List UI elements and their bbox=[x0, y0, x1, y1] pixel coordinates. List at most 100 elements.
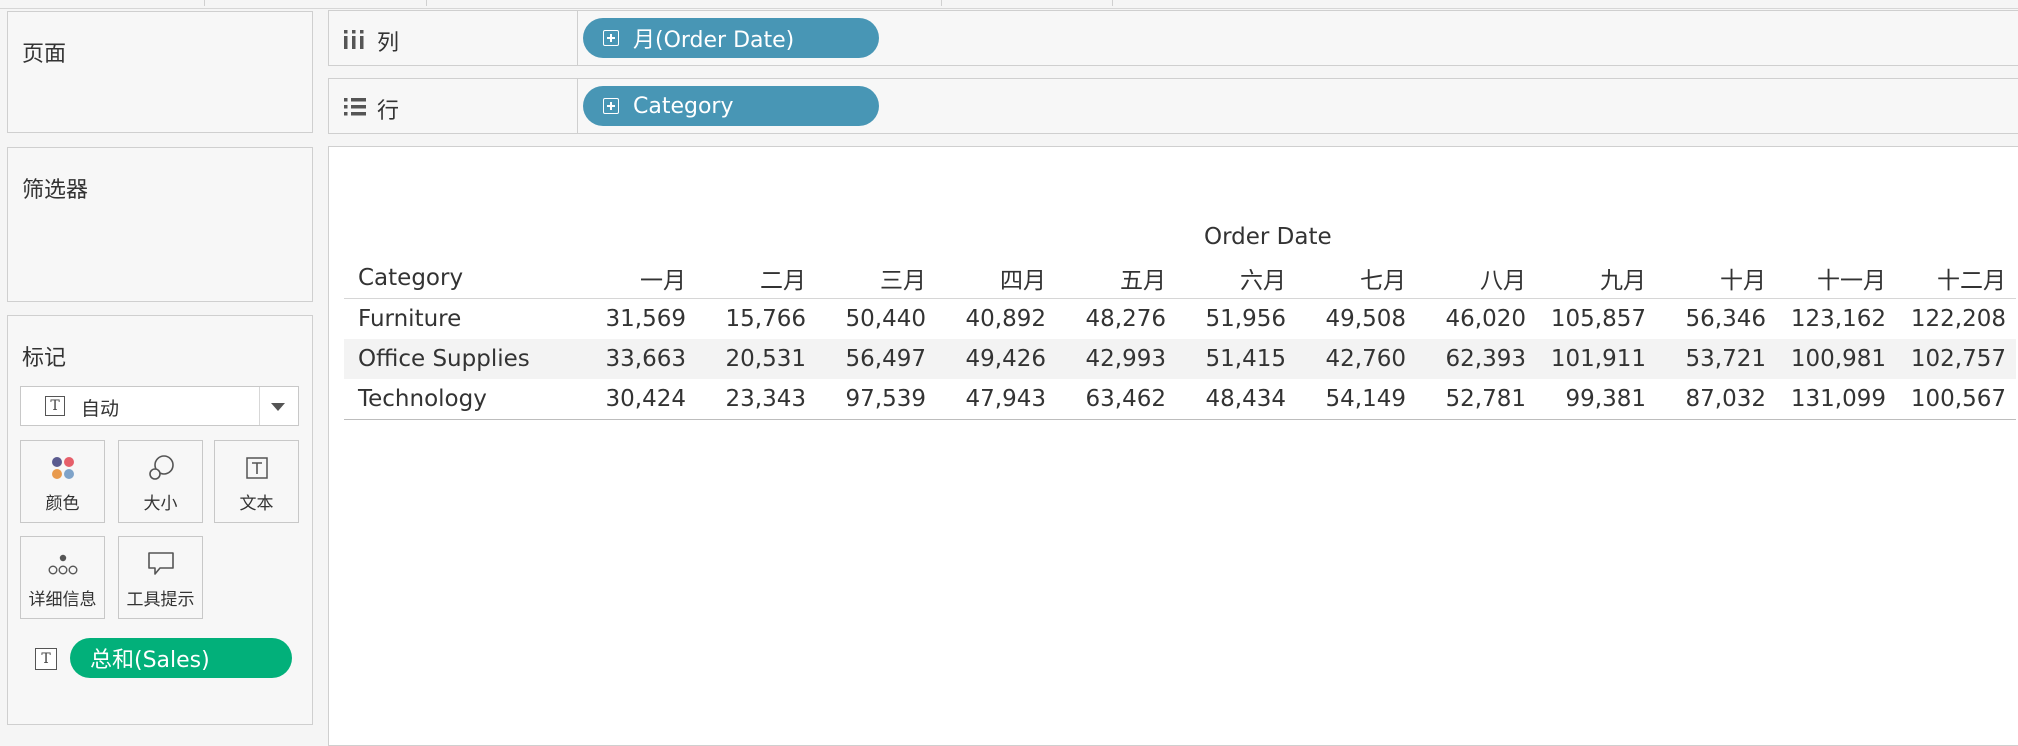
value-cell[interactable]: 15,766 bbox=[696, 299, 816, 340]
detail-icon bbox=[21, 549, 104, 579]
value-cell[interactable]: 48,276 bbox=[1056, 299, 1176, 340]
filters-card[interactable]: 筛选器 bbox=[7, 147, 313, 302]
value-cell[interactable]: 40,892 bbox=[936, 299, 1056, 340]
strip-divider bbox=[426, 0, 427, 6]
month-header[interactable]: 十月 bbox=[1656, 258, 1776, 299]
mark-type-dropdown[interactable]: T 自动 bbox=[20, 386, 299, 426]
month-header[interactable]: 十二月 bbox=[1896, 258, 2016, 299]
value-cell[interactable]: 54,149 bbox=[1296, 379, 1416, 420]
table-row[interactable]: Office Supplies 33,663 20,531 56,497 49,… bbox=[344, 339, 2016, 379]
text-icon bbox=[215, 453, 298, 483]
value-cell[interactable]: 56,346 bbox=[1656, 299, 1776, 340]
value-cell[interactable]: 51,956 bbox=[1176, 299, 1296, 340]
month-header[interactable]: 五月 bbox=[1056, 258, 1176, 299]
value-cell[interactable]: 99,381 bbox=[1536, 379, 1656, 420]
top-toolbar-strip bbox=[0, 0, 2018, 9]
month-header[interactable]: 三月 bbox=[816, 258, 936, 299]
month-header[interactable]: 六月 bbox=[1176, 258, 1296, 299]
detail-button-label: 详细信息 bbox=[28, 590, 97, 610]
category-pill-label: Category bbox=[633, 93, 734, 119]
tooltip-button[interactable]: 工具提示 bbox=[118, 536, 203, 619]
view-canvas[interactable] bbox=[328, 146, 2018, 746]
value-cell[interactable]: 46,020 bbox=[1416, 299, 1536, 340]
value-cell[interactable]: 47,943 bbox=[936, 379, 1056, 420]
columns-icon bbox=[344, 30, 364, 49]
category-pill[interactable]: Category bbox=[583, 86, 879, 126]
value-cell[interactable]: 63,462 bbox=[1056, 379, 1176, 420]
detail-button[interactable]: 详细信息 bbox=[20, 536, 105, 619]
chevron-down-icon[interactable] bbox=[271, 403, 285, 411]
strip-divider bbox=[204, 0, 205, 6]
pages-card-title: 页面 bbox=[22, 42, 67, 67]
rows-shelf-label-area: 行 bbox=[329, 79, 578, 133]
value-cell[interactable]: 101,911 bbox=[1536, 339, 1656, 379]
value-cell[interactable]: 131,099 bbox=[1776, 379, 1896, 420]
value-cell[interactable]: 122,208 bbox=[1896, 299, 2016, 340]
value-cell[interactable]: 87,032 bbox=[1656, 379, 1776, 420]
category-row-header: Category bbox=[358, 265, 464, 291]
sum-sales-pill-label: 总和(Sales) bbox=[90, 648, 210, 673]
month-header[interactable]: 九月 bbox=[1536, 258, 1656, 299]
dropdown-divider bbox=[259, 387, 260, 425]
columns-shelf-label-area: 列 bbox=[329, 11, 578, 65]
sum-sales-pill[interactable]: 总和(Sales) bbox=[70, 638, 292, 678]
month-header[interactable]: 一月 bbox=[576, 258, 696, 299]
tooltip-icon bbox=[119, 549, 202, 579]
value-cell[interactable]: 49,508 bbox=[1296, 299, 1416, 340]
value-cell[interactable]: 49,426 bbox=[936, 339, 1056, 379]
rows-shelf[interactable]: 行 Category bbox=[328, 78, 2018, 134]
color-button[interactable]: 颜色 bbox=[20, 440, 105, 523]
value-cell[interactable]: 123,162 bbox=[1776, 299, 1896, 340]
value-cell[interactable]: 50,440 bbox=[816, 299, 936, 340]
value-cell[interactable]: 53,721 bbox=[1656, 339, 1776, 379]
value-cell[interactable]: 30,424 bbox=[576, 379, 696, 420]
pages-card[interactable]: 页面 bbox=[7, 11, 313, 133]
value-cell[interactable]: 100,567 bbox=[1896, 379, 2016, 420]
value-cell[interactable]: 33,663 bbox=[576, 339, 696, 379]
table-row[interactable]: Furniture 31,569 15,766 50,440 40,892 48… bbox=[344, 299, 2016, 340]
columns-shelf-label: 列 bbox=[377, 31, 400, 56]
value-cell[interactable]: 31,569 bbox=[576, 299, 696, 340]
value-cell[interactable]: 100,981 bbox=[1776, 339, 1896, 379]
value-cell[interactable]: 56,497 bbox=[816, 339, 936, 379]
size-button-label: 大小 bbox=[143, 494, 178, 514]
value-cell[interactable]: 62,393 bbox=[1416, 339, 1536, 379]
value-cell[interactable]: 105,857 bbox=[1536, 299, 1656, 340]
expand-icon[interactable] bbox=[603, 30, 619, 46]
month-order-date-pill[interactable]: 月(Order Date) bbox=[583, 18, 879, 58]
text-encoding-icon[interactable]: T bbox=[35, 648, 57, 670]
filters-card-title: 筛选器 bbox=[22, 178, 89, 203]
value-cell[interactable]: 42,760 bbox=[1296, 339, 1416, 379]
month-header[interactable]: 八月 bbox=[1416, 258, 1536, 299]
month-order-date-pill-label: 月(Order Date) bbox=[633, 28, 795, 53]
month-header[interactable]: 十一月 bbox=[1776, 258, 1896, 299]
size-button[interactable]: 大小 bbox=[118, 440, 203, 523]
value-cell[interactable]: 97,539 bbox=[816, 379, 936, 420]
mark-type-label: 自动 bbox=[81, 398, 120, 420]
value-cell[interactable]: 102,757 bbox=[1896, 339, 2016, 379]
value-cell[interactable]: 48,434 bbox=[1176, 379, 1296, 420]
rows-shelf-label: 行 bbox=[377, 99, 400, 124]
tooltip-button-label: 工具提示 bbox=[126, 590, 195, 610]
row-header-cell[interactable]: Furniture bbox=[344, 299, 576, 340]
value-cell[interactable]: 20,531 bbox=[696, 339, 816, 379]
text-button[interactable]: 文本 bbox=[214, 440, 299, 523]
month-header[interactable]: 四月 bbox=[936, 258, 1056, 299]
columns-shelf[interactable]: 列 月(Order Date) bbox=[328, 10, 2018, 66]
expand-icon[interactable] bbox=[603, 98, 619, 114]
table-row[interactable]: Technology 30,424 23,343 97,539 47,943 6… bbox=[344, 379, 2016, 420]
value-cell[interactable]: 51,415 bbox=[1176, 339, 1296, 379]
size-icon bbox=[119, 453, 202, 483]
color-button-label: 颜色 bbox=[45, 494, 80, 514]
rows-icon bbox=[344, 98, 366, 116]
order-date-column-title: Order Date bbox=[1204, 224, 1332, 250]
month-header[interactable]: 七月 bbox=[1296, 258, 1416, 299]
row-header-cell[interactable]: Technology bbox=[344, 379, 576, 420]
value-cell[interactable]: 52,781 bbox=[1416, 379, 1536, 420]
value-cell[interactable]: 42,993 bbox=[1056, 339, 1176, 379]
value-cell[interactable]: 23,343 bbox=[696, 379, 816, 420]
crosstab-table: Category 一月 二月 三月 四月 五月 六月 七月 八月 九月 十月 十… bbox=[344, 258, 2016, 420]
text-mark-icon: T bbox=[45, 396, 65, 416]
month-header[interactable]: 二月 bbox=[696, 258, 816, 299]
row-header-cell[interactable]: Office Supplies bbox=[344, 339, 576, 379]
